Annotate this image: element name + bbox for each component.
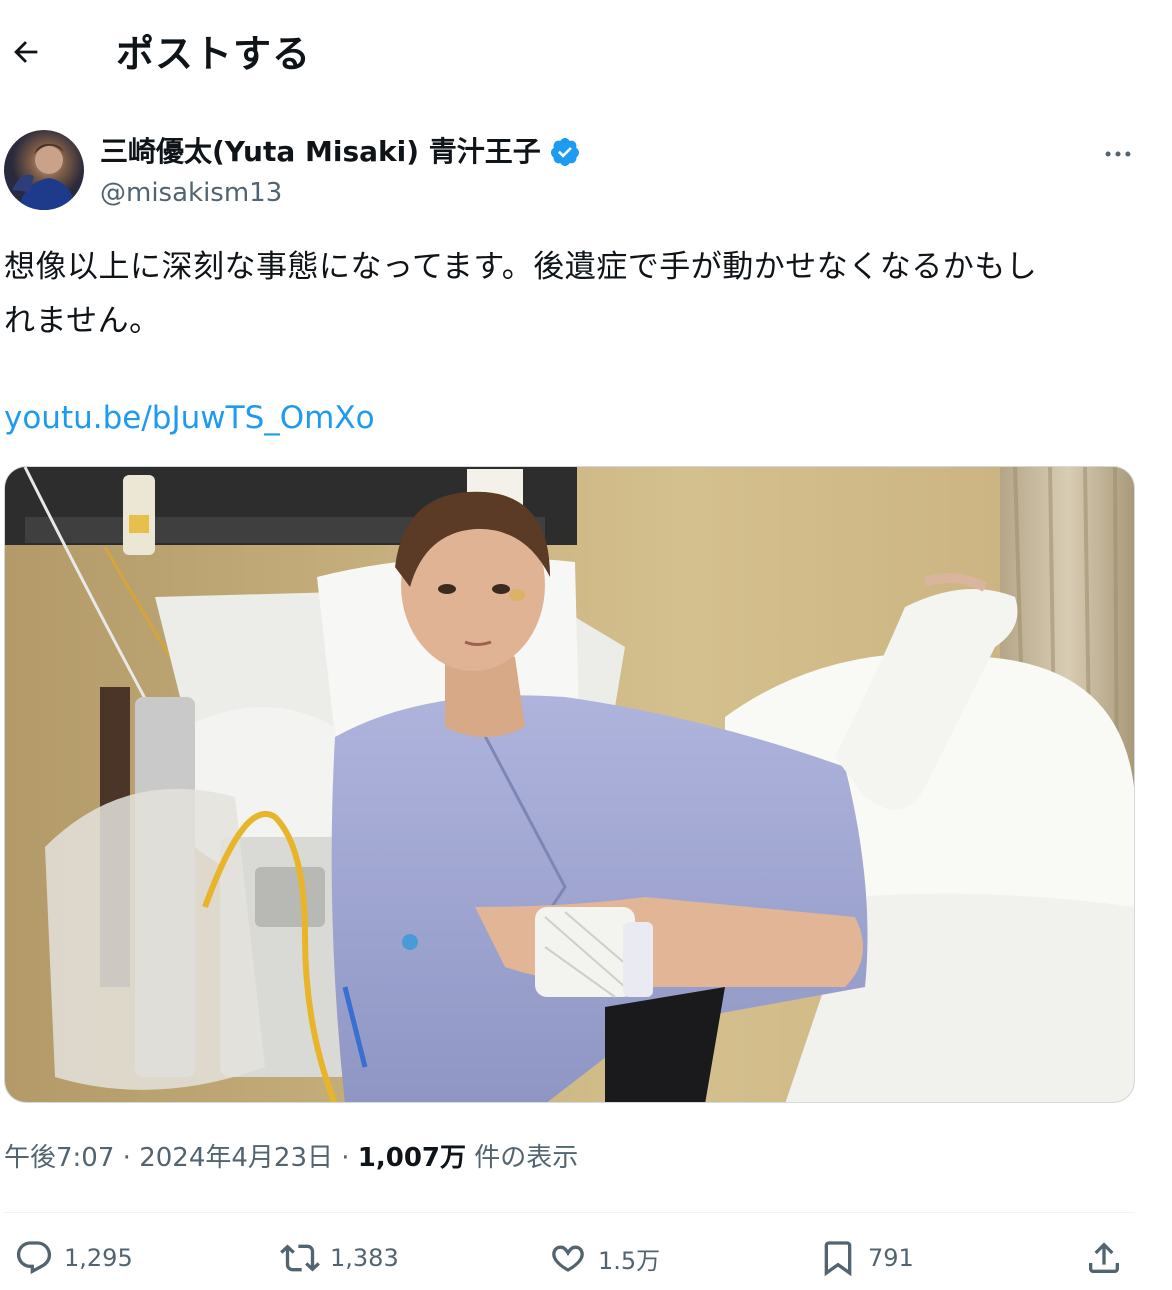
author-display-name[interactable]: 三崎優太(Yuta Misaki) 青汁王子 (100, 132, 581, 172)
verified-badge-icon (550, 138, 579, 166)
like-button[interactable]: 1.5万 (548, 1238, 660, 1278)
display-name-text: 三崎優太(Yuta Misaki) 青汁王子 (100, 135, 541, 168)
author-row: 三崎優太(Yuta Misaki) 青汁王子 @misakism13 (0, 128, 1172, 218)
tweet-text-line: 想像以上に深刻な事態になってます。後遺症で手が動かせなくなるかもし (4, 249, 1038, 285)
tweet-text: 想像以上に深刻な事態になってます。後遺症で手が動かせなくなるかもし れません。 (4, 240, 1154, 348)
retweet-icon (280, 1244, 320, 1272)
meta-separator: · (341, 1143, 350, 1173)
more-options-button[interactable] (1092, 134, 1144, 174)
arrow-left-icon (14, 41, 38, 63)
tweet-media-photo[interactable] (4, 466, 1135, 1103)
retweet-button[interactable]: 1,383 (280, 1238, 399, 1278)
divider (4, 1212, 1135, 1213)
tweet-meta: 午後7:07 · 2024年4月23日 · 1,007万 件の表示 (4, 1138, 578, 1178)
action-bar: 1,295 1,383 1.5万 791 (0, 1230, 1172, 1290)
avatar[interactable] (4, 130, 84, 210)
like-count: 1.5万 (598, 1246, 661, 1275)
page-header: ポストする (0, 0, 1172, 110)
tweet-time[interactable]: 午後7:07 (4, 1143, 114, 1173)
meta-separator: · (122, 1143, 131, 1173)
share-icon (1089, 1242, 1119, 1273)
back-button[interactable] (4, 30, 48, 74)
reply-button[interactable]: 1,295 (14, 1238, 133, 1278)
avatar-image (12, 144, 76, 210)
page-title: ポストする (116, 32, 312, 76)
views-count: 1,007万 (357, 1143, 467, 1173)
heart-icon (552, 1245, 584, 1272)
tweet-link[interactable]: youtu.be/bJuwTS_OmXo (4, 393, 375, 443)
share-button[interactable] (1084, 1238, 1124, 1278)
tweet-date[interactable]: 2024年4月23日 (139, 1143, 333, 1173)
bookmark-button[interactable]: 791 (818, 1238, 914, 1278)
reply-icon (16, 1241, 52, 1275)
more-icon (1105, 151, 1131, 157)
reply-count: 1,295 (64, 1244, 133, 1272)
author-handle[interactable]: @misakism13 (100, 176, 282, 210)
bookmark-count: 791 (868, 1244, 914, 1272)
views-label: 件の表示 (474, 1143, 579, 1173)
tweet-text-line: れません。 (4, 303, 161, 339)
hospital-photo (5, 467, 1134, 1102)
retweet-count: 1,383 (330, 1244, 399, 1272)
bookmark-icon (824, 1241, 852, 1277)
